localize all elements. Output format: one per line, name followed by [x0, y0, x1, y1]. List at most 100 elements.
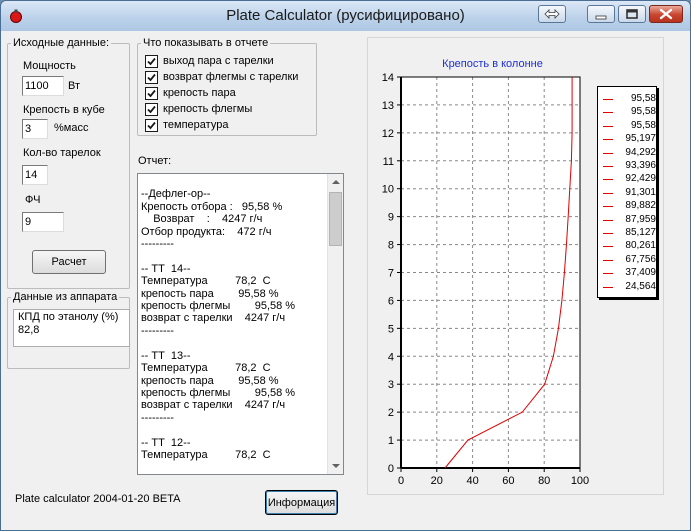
device-data-memo[interactable]: КПД по этанолу (%) 82,8 [13, 309, 130, 347]
legend-entry: 87,959 [600, 214, 656, 226]
report-option-3[interactable]: крепость флегмы [145, 101, 252, 117]
report-option-label: возврат флегмы с тарелки [163, 71, 299, 83]
y-tick-label: 4 [388, 351, 394, 363]
calculate-button[interactable]: Расчет [32, 250, 106, 274]
report-option-4[interactable]: температура [145, 117, 228, 133]
legend-swatch [603, 286, 613, 288]
legend-swatch [603, 99, 613, 100]
legend-entry: 94,292 [600, 147, 656, 159]
legend-entry: 95,58 [600, 93, 656, 105]
y-tick-label: 0 [388, 463, 394, 475]
legend-entry: 95,197 [600, 133, 656, 145]
report-option-2[interactable]: крепость пара [145, 85, 236, 101]
checkbox[interactable] [145, 118, 158, 132]
power-input[interactable] [22, 76, 64, 96]
version-label: Plate calculator 2004-01-20 BETA [15, 493, 181, 505]
report-option-label: крепость флегмы [163, 103, 253, 115]
legend-label: 85,127 [625, 227, 656, 238]
legend-swatch [603, 246, 613, 248]
scroll-thumb[interactable] [329, 192, 342, 246]
legend-swatch [603, 139, 613, 141]
report-option-0[interactable]: выход пара с тарелки [145, 53, 274, 69]
legend-label: 92,429 [625, 173, 656, 185]
checkbox[interactable] [145, 70, 158, 84]
report-text: --Дефлег-ор-- Крепость отбора : 95,58 % … [141, 188, 296, 461]
report-textarea[interactable]: --Дефлег-ор-- Крепость отбора : 95,58 % … [137, 173, 344, 475]
close-button[interactable] [649, 5, 683, 23]
x-tick-label: 20 [431, 475, 443, 487]
memo-line-efficiency: КПД по этанолу (%) [18, 311, 119, 323]
legend-label: 87,959 [625, 213, 656, 225]
chart-title: Крепость в колонне [442, 58, 543, 70]
input-params-legend: Исходные данные: [13, 37, 109, 49]
resize-arrows-button[interactable] [538, 5, 566, 23]
fch-input[interactable] [22, 212, 64, 232]
y-tick-label: 11 [383, 156, 394, 168]
legend-label: 95,58 [630, 106, 656, 118]
legend-entry: 24,564 [600, 281, 656, 293]
y-tick-label: 10 [382, 184, 394, 196]
legend-label: 95,197 [625, 133, 656, 145]
report-label: Отчет: [138, 155, 172, 167]
legend-entry: 93,396 [600, 160, 656, 172]
legend-label: 91,301 [625, 186, 656, 198]
legend-entry: 92,429 [600, 173, 656, 185]
legend-entry: 89,882 [600, 200, 656, 212]
info-button[interactable]: Информация [265, 490, 338, 515]
legend-swatch [603, 179, 613, 181]
plates-input[interactable] [22, 165, 48, 185]
chart-panel: 0 20 40 60 80 100 0 1 2 3 4 5 6 7 8 9 10 11 12 13 14 Крепость… [367, 37, 664, 495]
legend-label: 95,58 [630, 93, 656, 104]
report-option-label: выход пара с тарелки [163, 55, 274, 67]
x-tick-label: 40 [466, 475, 478, 487]
chart-legend: 95,58 95,58 95,58 95,197 94,292 93,396 92,429 9… [597, 86, 657, 298]
maximize-button[interactable] [618, 5, 646, 23]
y-tick-label: 7 [388, 268, 394, 280]
y-tick-label: 12 [382, 128, 394, 140]
report-option-label: крепость пара [163, 87, 236, 99]
legend-label: 89,882 [625, 200, 656, 212]
checkmark-icon [147, 89, 156, 97]
scroll-up-icon[interactable] [328, 174, 344, 190]
checkbox[interactable] [145, 102, 158, 116]
checkmark-icon [147, 57, 156, 65]
y-tick-label: 5 [388, 323, 394, 335]
maximize-icon [626, 9, 638, 19]
title-bar[interactable]: Plate Calculator (русифицировано) [1, 1, 690, 31]
legend-entry: 95,58 [600, 106, 656, 118]
checkmark-icon [147, 73, 156, 81]
strength-unit: %масс [54, 122, 89, 134]
report-option-1[interactable]: возврат флегмы с тарелки [145, 69, 298, 85]
legend-swatch [603, 166, 613, 167]
legend-label: 95,58 [630, 119, 656, 131]
close-icon [659, 8, 673, 20]
minimize-button[interactable] [587, 5, 615, 23]
power-unit: Вт [68, 80, 81, 92]
checkmark-icon [147, 105, 156, 113]
report-scrollbar[interactable] [327, 174, 343, 474]
legend-swatch [603, 192, 613, 194]
legend-swatch [603, 259, 613, 261]
legend-swatch [603, 112, 613, 114]
app-window: Plate Calculator (русифицировано) Исходн… [0, 0, 691, 531]
checkbox[interactable] [145, 86, 158, 100]
minimize-icon [595, 15, 607, 20]
power-label: Мощность [23, 60, 76, 72]
strength-input[interactable] [22, 119, 48, 139]
report-options-legend: Что показывать в отчете [143, 37, 269, 49]
legend-label: 67,756 [625, 253, 656, 265]
y-tick-label: 1 [388, 435, 394, 447]
y-tick-label: 2 [388, 407, 394, 419]
checkbox[interactable] [145, 54, 158, 68]
x-tick-label: 60 [502, 475, 514, 487]
y-tick-label: 14 [382, 72, 394, 84]
memo-line-value: 82,8 [18, 324, 40, 336]
device-data-legend: Данные из аппарата [13, 291, 118, 303]
legend-label: 94,292 [625, 146, 656, 158]
legend-label: 37,409 [625, 267, 656, 279]
y-tick-label: 6 [388, 295, 394, 307]
scroll-down-icon[interactable] [328, 458, 344, 474]
x-tick-label: 100 [571, 475, 589, 487]
legend-entry: 37,409 [600, 267, 656, 279]
legend-swatch [603, 233, 613, 234]
